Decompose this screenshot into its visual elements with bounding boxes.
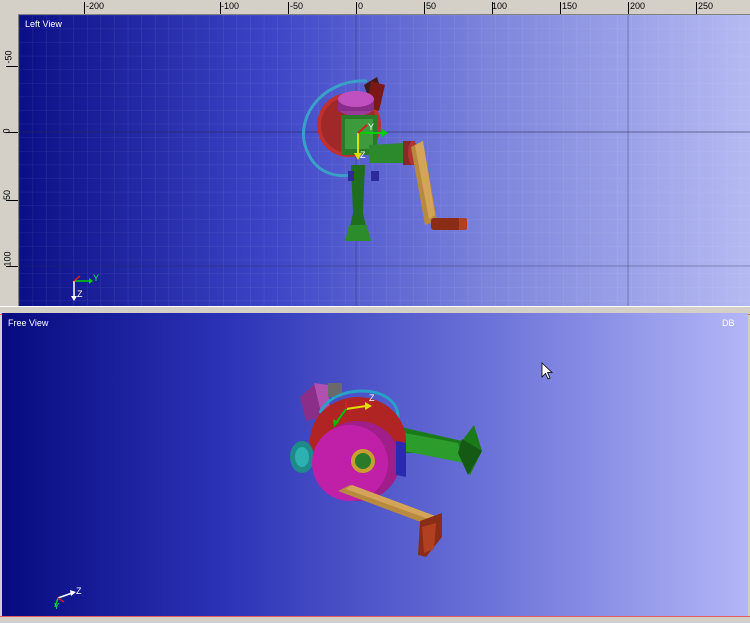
ruler-x-label: 250: [698, 1, 714, 11]
axis-z-label: Z: [77, 289, 83, 299]
axis-y-label: Y: [93, 273, 99, 283]
ruler-x-label: -100: [221, 1, 240, 11]
free-view-scene: Z Z Y: [54, 362, 554, 611]
free-view-viewport[interactable]: Z Z Y Free View DB: [2, 313, 748, 616]
horizontal-ruler: -200 -100 -50 0 50 100 150 200 250: [0, 0, 750, 15]
left-view-scene: Z Y Y Z: [19, 15, 750, 306]
ruler-y-label: 50: [2, 189, 13, 201]
ruler-x-label: 150: [562, 1, 578, 11]
left-view-label: Left View: [25, 19, 62, 29]
model-free-view[interactable]: [290, 383, 482, 557]
render-mode-label[interactable]: DB: [722, 318, 735, 328]
axis-z-label: Z: [76, 586, 82, 596]
free-view-label: Free View: [8, 318, 49, 328]
ruler-x-label: 100: [492, 1, 508, 11]
model-axis-z-label: Z: [360, 150, 366, 160]
ruler-x-label: 200: [630, 1, 646, 11]
axis-y-label: Y: [54, 602, 60, 611]
ruler-x-label: 0: [358, 1, 364, 11]
vertical-ruler: -50 0 50 100: [0, 14, 19, 306]
ruler-y-label: -50: [3, 50, 14, 64]
ruler-x-label: -50: [290, 1, 304, 11]
left-view-viewport[interactable]: Z Y Y Z Left View: [19, 15, 750, 306]
ruler-x-label: -200: [86, 1, 105, 11]
svg-text:Y: Y: [368, 122, 374, 132]
ruler-y-label: 100: [2, 251, 13, 267]
mouse-pointer-icon: [541, 362, 554, 380]
model-axis-z-label: Z: [369, 393, 375, 403]
ruler-x-label: 50: [426, 1, 437, 11]
